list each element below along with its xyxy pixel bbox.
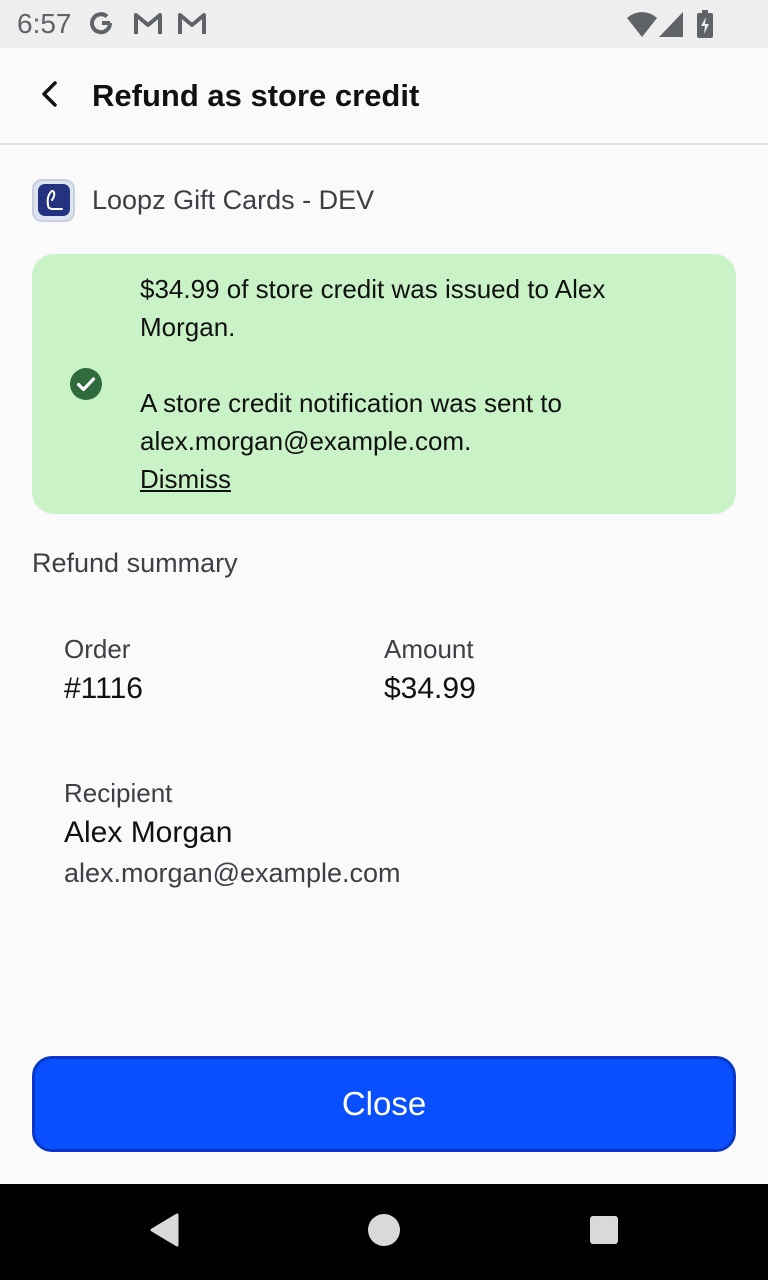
amount-label: Amount <box>384 634 474 664</box>
check-circle-icon <box>69 367 103 401</box>
order-label: Order <box>64 634 131 664</box>
wifi-icon <box>626 10 658 38</box>
status-bar: 6:57 <box>0 0 768 48</box>
signal-icon <box>658 10 684 38</box>
gmail-icon <box>132 10 162 38</box>
banner-text: $34.99 of store credit was issued to Ale… <box>140 270 700 498</box>
back-triangle-icon <box>147 1212 181 1253</box>
page-title: Refund as store credit <box>92 78 420 113</box>
recipient-label: Recipient <box>64 778 173 808</box>
back-arrow-icon <box>36 80 64 113</box>
nav-recents-button[interactable] <box>580 1208 628 1256</box>
google-icon <box>88 10 118 38</box>
success-banner: $34.99 of store credit was issued to Ale… <box>32 254 736 514</box>
amount-value: $34.99 <box>384 672 476 705</box>
battery-icon <box>696 10 714 38</box>
recents-square-icon <box>589 1215 619 1250</box>
system-nav-bar <box>0 1184 768 1280</box>
app-header: Refund as store credit <box>0 48 768 145</box>
shop-name: Loopz Gift Cards - DEV <box>92 184 375 215</box>
section-title-refund-summary: Refund summary <box>32 548 238 578</box>
gmail-icon <box>176 10 206 38</box>
status-time: 6:57 <box>17 8 72 39</box>
close-button[interactable]: Close <box>32 1056 736 1152</box>
shop-row: Loopz Gift Cards - DEV <box>32 178 374 222</box>
dismiss-link[interactable]: Dismiss <box>140 464 231 494</box>
banner-message-credit: $34.99 of store credit was issued to Ale… <box>140 274 606 342</box>
recipient-email: alex.morgan@example.com <box>64 858 401 888</box>
recipient-name: Alex Morgan <box>64 816 233 849</box>
order-value: #1116 <box>64 672 143 705</box>
nav-back-button[interactable] <box>140 1208 188 1256</box>
nav-home-button[interactable] <box>360 1208 408 1256</box>
home-circle-icon <box>367 1213 401 1252</box>
loopz-logo-icon <box>32 178 75 222</box>
back-button[interactable] <box>22 68 78 124</box>
banner-message-notification: A store credit notification was sent to … <box>140 388 562 456</box>
